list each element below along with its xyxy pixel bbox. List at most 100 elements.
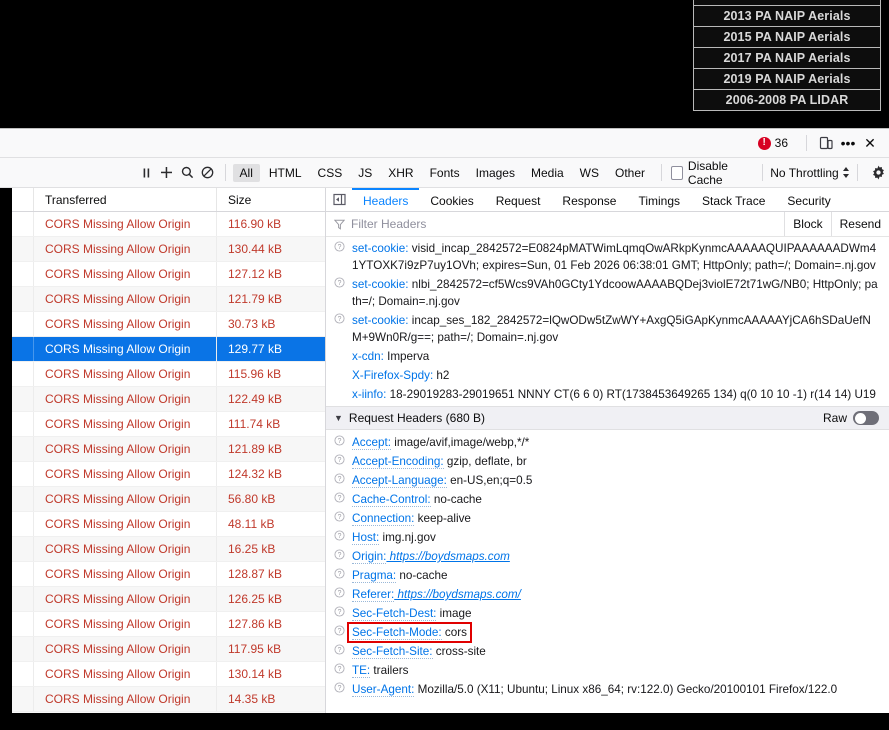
header-name[interactable]: Pragma: [352,569,397,583]
map-layer-button[interactable]: 2013 PA NAIP Aerials [694,5,880,26]
tab-security[interactable]: Security [776,188,841,211]
map-layer-button[interactable]: 2017 PA NAIP Aerials [694,47,880,68]
tab-stack-trace[interactable]: Stack Trace [691,188,776,211]
table-row[interactable]: CORS Missing Allow Origin 117.95 kB [0,637,325,662]
header-name[interactable]: Referer: [352,588,395,602]
tab-headers[interactable]: Headers [352,188,420,211]
pause-icon[interactable] [136,162,156,184]
map-layer-button[interactable]: 2006-2008 PA LIDAR [694,89,880,111]
filter-chip-other[interactable]: Other [608,164,652,182]
header-info-icon[interactable]: ? [326,529,352,541]
responsive-design-mode-icon[interactable] [815,132,837,154]
plus-icon[interactable] [156,162,176,184]
header-name[interactable]: Accept-Encoding: [352,455,444,469]
request-list[interactable]: Transferred Size CORS Missing Allow Orig… [0,188,326,714]
table-row[interactable]: CORS Missing Allow Origin 122.49 kB [0,387,325,412]
table-row[interactable]: CORS Missing Allow Origin 121.89 kB [0,437,325,462]
tab-cookies[interactable]: Cookies [419,188,484,211]
header-name[interactable]: Sec-Fetch-Site: [352,645,433,659]
filter-chip-all[interactable]: All [232,163,260,182]
header-info-icon[interactable]: ? [326,434,352,446]
close-icon[interactable]: ✕ [859,132,881,154]
table-row[interactable]: CORS Missing Allow Origin 126.25 kB [0,587,325,612]
clear-requests-icon[interactable] [197,162,217,184]
table-row[interactable]: CORS Missing Allow Origin 16.25 kB [0,537,325,562]
header-name[interactable]: x-cdn: [352,350,384,363]
header-name[interactable]: Cache-Control: [352,493,431,507]
header-info-icon[interactable]: ? [326,312,352,324]
tab-response[interactable]: Response [551,188,627,211]
devtools-menu-icon[interactable]: ••• [837,132,859,154]
map-layer-switcher[interactable]: 2008 PA NAIP Aerials2013 PA NAIP Aerials… [693,0,881,111]
table-row[interactable]: CORS Missing Allow Origin 127.86 kB [0,612,325,637]
filter-chip-ws[interactable]: WS [573,164,606,182]
tab-timings[interactable]: Timings [627,188,691,211]
filter-chip-html[interactable]: HTML [262,164,309,182]
header-info-icon[interactable]: ? [326,240,352,252]
request-headers-section-header[interactable]: ▼ Request Headers (680 B) Raw [326,406,889,430]
headers-scroll-area[interactable]: ? set-cookie: visid_incap_2842572=E0824pM… [326,237,889,714]
table-row[interactable]: CORS Missing Allow Origin 121.79 kB [0,287,325,312]
header-info-icon[interactable]: ? [326,643,352,655]
header-info-icon[interactable]: ? [326,472,352,484]
raw-toggle-switch[interactable] [853,411,879,425]
gear-icon[interactable] [869,162,889,184]
table-row[interactable]: CORS Missing Allow Origin 127.12 kB [0,262,325,287]
header-name[interactable]: X-Firefox-Spdy: [352,369,433,382]
tab-request[interactable]: Request [485,188,552,211]
table-row[interactable]: CORS Missing Allow Origin 56.80 kB [0,487,325,512]
header-info-icon[interactable]: ? [326,567,352,579]
filter-chip-xhr[interactable]: XHR [381,164,420,182]
header-info-icon[interactable]: ? [326,276,352,288]
filter-chip-images[interactable]: Images [469,164,522,182]
block-button[interactable]: Block [784,212,830,236]
filter-chip-fonts[interactable]: Fonts [423,164,467,182]
header-info-icon[interactable]: ? [326,491,352,503]
header-name[interactable]: Connection: [352,512,415,526]
map-layer-button[interactable]: 2019 PA NAIP Aerials [694,68,880,89]
header-name[interactable]: User-Agent: [352,683,415,697]
error-count-badge[interactable]: ! 36 [757,136,788,150]
filter-chip-css[interactable]: CSS [311,164,350,182]
table-row[interactable]: CORS Missing Allow Origin 129.77 kB [0,337,325,362]
toggle-list-pane-icon[interactable] [326,188,352,211]
header-name[interactable]: set-cookie: [352,242,409,255]
table-row[interactable]: CORS Missing Allow Origin 130.44 kB [0,237,325,262]
header-name[interactable]: x-iinfo: [352,388,386,401]
header-info-icon[interactable]: ? [326,662,352,674]
header-name[interactable]: Accept: [352,436,391,450]
header-info-icon[interactable]: ? [326,586,352,598]
header-info-icon[interactable]: ? [326,510,352,522]
header-name[interactable]: Origin: [352,550,387,564]
column-header-size[interactable]: Size [217,188,325,211]
throttling-dropdown[interactable]: No Throttling [770,166,849,180]
header-name[interactable]: Sec-Fetch-Mode: [352,626,442,640]
header-name[interactable]: set-cookie: [352,278,409,291]
header-name[interactable]: Host: [352,531,380,545]
column-header-transferred[interactable]: Transferred [34,188,217,211]
header-value[interactable]: https://boydsmaps.com [386,550,510,563]
header-name[interactable]: TE: [352,664,371,678]
table-row[interactable]: CORS Missing Allow Origin 30.73 kB [0,312,325,337]
headers-filter-input[interactable]: Filter Headers [351,217,784,231]
table-row[interactable]: CORS Missing Allow Origin 116.90 kB [0,212,325,237]
table-row[interactable]: CORS Missing Allow Origin 128.87 kB [0,562,325,587]
header-name[interactable]: Accept-Language: [352,474,447,488]
header-name[interactable]: set-cookie: [352,314,409,327]
table-row[interactable]: CORS Missing Allow Origin 14.35 kB [0,687,325,712]
search-icon[interactable] [177,162,197,184]
header-info-icon[interactable]: ? [326,681,352,693]
header-info-icon[interactable]: ? [326,605,352,617]
filter-chip-js[interactable]: JS [351,164,379,182]
raw-toggle[interactable]: Raw [823,411,889,425]
header-value[interactable]: https://boydsmaps.com/ [394,588,520,601]
header-info-icon[interactable]: ? [326,453,352,465]
header-name[interactable]: Sec-Fetch-Dest: [352,607,437,621]
header-info-icon[interactable]: ? [326,548,352,560]
map-layer-button[interactable]: 2015 PA NAIP Aerials [694,26,880,47]
table-row[interactable]: CORS Missing Allow Origin 115.96 kB [0,362,325,387]
table-row[interactable]: CORS Missing Allow Origin 124.32 kB [0,462,325,487]
disable-cache-checkbox[interactable]: Disable Cache [670,159,754,187]
resend-button[interactable]: Resend [830,212,889,236]
table-row[interactable]: CORS Missing Allow Origin 111.74 kB [0,412,325,437]
